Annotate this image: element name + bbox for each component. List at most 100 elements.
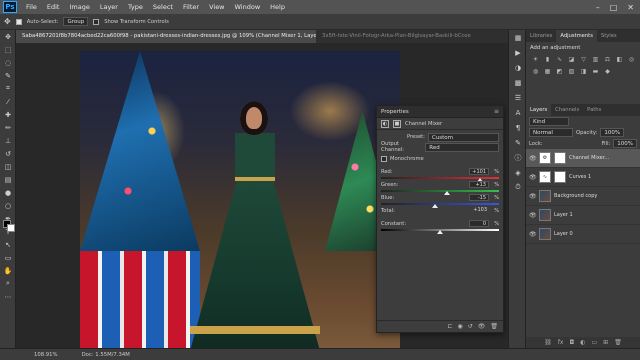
slider-track[interactable] <box>381 203 499 205</box>
marquee-tool-icon[interactable]: ⬚ <box>0 43 16 56</box>
stamp-tool-icon[interactable]: ⊥ <box>0 134 16 147</box>
new-layer-icon[interactable]: ⊞ <box>603 339 608 346</box>
zoom-tool-icon[interactable]: ⌕ <box>0 277 16 290</box>
lasso-tool-icon[interactable]: ◌ <box>0 56 16 69</box>
visibility-eye-icon[interactable]: 👁 <box>529 174 537 181</box>
gradient-tool-icon[interactable]: ▤ <box>0 173 16 186</box>
visibility-eye-icon[interactable]: 👁 <box>529 231 537 238</box>
menu-layer[interactable]: Layer <box>95 3 123 11</box>
vibrance-icon[interactable]: ▽ <box>579 55 588 64</box>
channel-mixer-icon[interactable]: ◍ <box>531 67 540 76</box>
brush-tool-icon[interactable]: ✏ <box>0 121 16 134</box>
path-select-tool-icon[interactable]: ↖ <box>0 238 16 251</box>
curves-icon[interactable]: ∿ <box>555 55 564 64</box>
eyedropper-tool-icon[interactable]: ⁄ <box>0 95 16 108</box>
exposure-icon[interactable]: ◪ <box>567 55 576 64</box>
properties-panel-icon[interactable]: ☰ <box>509 90 527 105</box>
slider-track[interactable] <box>381 190 499 192</box>
info-panel-icon[interactable]: ⓘ <box>509 150 527 165</box>
color-balance-icon[interactable]: ⚖ <box>603 55 612 64</box>
link-layers-icon[interactable]: ⛓ <box>544 339 552 346</box>
paragraph-panel-icon[interactable]: ¶ <box>509 120 527 135</box>
zoom-level[interactable]: 108.91% <box>34 352 58 358</box>
layer-row[interactable]: 👁 Layer 0 <box>526 225 640 244</box>
levels-icon[interactable]: ▮ <box>543 55 552 64</box>
menu-image[interactable]: Image <box>64 3 94 11</box>
crop-tool-icon[interactable]: ⌗ <box>0 82 16 95</box>
delete-layer-icon[interactable]: 🗑 <box>614 339 622 346</box>
selective-color-icon[interactable]: ◆ <box>603 67 612 76</box>
tab-paths[interactable]: Paths <box>583 104 605 116</box>
layer-row[interactable]: 👁 Background copy <box>526 187 640 206</box>
layer-row[interactable]: 👁 ⚙ Channel Mixer... <box>526 149 640 168</box>
black-white-icon[interactable]: ◧ <box>615 55 624 64</box>
delete-icon[interactable]: 🗑 <box>490 323 498 330</box>
history-brush-tool-icon[interactable]: ↺ <box>0 147 16 160</box>
dodge-tool-icon[interactable]: ○ <box>0 199 16 212</box>
add-mask-icon[interactable]: ◘ <box>569 339 574 346</box>
threshold-icon[interactable]: ◨ <box>579 67 588 76</box>
layer-mask-thumbnail[interactable] <box>554 171 566 183</box>
tab-libraries[interactable]: Libraries <box>526 30 556 42</box>
doc-tab-active[interactable]: Saba4867201f8b7804acbed22ca600f98 - paki… <box>16 30 316 43</box>
auto-select-target-dropdown[interactable]: Group <box>63 17 89 26</box>
tab-channels[interactable]: Channels <box>551 104 583 116</box>
blur-tool-icon[interactable]: ● <box>0 186 16 199</box>
shape-tool-icon[interactable]: ▭ <box>0 251 16 264</box>
invert-icon[interactable]: ◩ <box>555 67 564 76</box>
view-previous-icon[interactable]: ◉ <box>457 323 462 330</box>
auto-select-checkbox[interactable] <box>15 18 22 25</box>
layer-mask-thumbnail[interactable] <box>554 152 566 164</box>
clip-to-layer-icon[interactable]: ⊏ <box>447 323 452 330</box>
constant-value[interactable]: 0 <box>469 220 489 227</box>
output-channel-dropdown[interactable]: Red <box>425 142 499 152</box>
doc-tab-background[interactable]: 3x5ft-tste-Vinil-Fotogr-Arka-Plan-Bilgis… <box>316 30 508 43</box>
adjustment-icon[interactable]: ◐ <box>381 119 389 128</box>
navigator-panel-icon[interactable]: ◈ <box>509 165 527 180</box>
tab-adjustments[interactable]: Adjustments <box>556 30 597 42</box>
tab-styles[interactable]: Styles <box>597 30 621 42</box>
reset-icon[interactable]: ↺ <box>468 323 473 330</box>
maximize-icon[interactable]: □ <box>610 3 618 12</box>
preset-dropdown[interactable]: Custom <box>427 132 499 142</box>
hand-tool-icon[interactable]: ✋ <box>0 264 16 277</box>
visibility-eye-icon[interactable]: 👁 <box>529 193 537 200</box>
slider-value[interactable]: -15 <box>469 194 489 201</box>
minimize-icon[interactable]: – <box>596 3 600 12</box>
visibility-eye-icon[interactable]: 👁 <box>529 212 537 219</box>
color-lookup-icon[interactable]: ▦ <box>543 67 552 76</box>
layer-row[interactable]: 👁 Layer 1 <box>526 206 640 225</box>
slider-value[interactable]: +13 <box>469 181 489 188</box>
document-image[interactable] <box>80 51 400 348</box>
slider-value[interactable]: +101 <box>469 168 489 175</box>
eraser-tool-icon[interactable]: ◫ <box>0 160 16 173</box>
menu-help[interactable]: Help <box>265 3 290 11</box>
close-icon[interactable]: ✕ <box>627 3 634 12</box>
menu-select[interactable]: Select <box>148 3 178 11</box>
layer-style-icon[interactable]: fx <box>558 339 564 346</box>
panel-menu-icon[interactable]: ≡ <box>494 108 499 115</box>
swatches-panel-icon[interactable]: ▩ <box>509 75 527 90</box>
more-tools-icon[interactable]: ⋯ <box>0 290 16 303</box>
color-panel-icon[interactable]: ◑ <box>509 60 527 75</box>
constant-slider-thumb[interactable] <box>437 230 443 234</box>
hue-saturation-icon[interactable]: ▥ <box>591 55 600 64</box>
move-tool-icon[interactable]: ✥ <box>4 17 11 26</box>
layer-row[interactable]: 👁 ∿ Curves 1 <box>526 168 640 187</box>
gradient-map-icon[interactable]: ▬ <box>591 67 600 76</box>
background-color-swatch[interactable] <box>7 224 15 232</box>
tab-layers[interactable]: Layers <box>526 104 552 116</box>
monochrome-checkbox[interactable] <box>381 156 387 162</box>
posterize-icon[interactable]: ▧ <box>567 67 576 76</box>
menu-view[interactable]: View <box>204 3 229 11</box>
character-panel-icon[interactable]: A <box>509 105 527 120</box>
blend-mode-dropdown[interactable]: Normal <box>529 128 573 137</box>
opacity-field[interactable]: 100% <box>600 128 625 137</box>
menu-file[interactable]: File <box>21 3 42 11</box>
visibility-eye-icon[interactable]: 👁 <box>529 155 537 162</box>
timeline-panel-icon[interactable]: ⏱ <box>509 180 527 195</box>
photo-filter-icon[interactable]: ◎ <box>627 55 636 64</box>
healing-tool-icon[interactable]: ✚ <box>0 108 16 121</box>
menu-type[interactable]: Type <box>123 3 148 11</box>
move-tool-icon[interactable]: ✥ <box>0 30 16 43</box>
